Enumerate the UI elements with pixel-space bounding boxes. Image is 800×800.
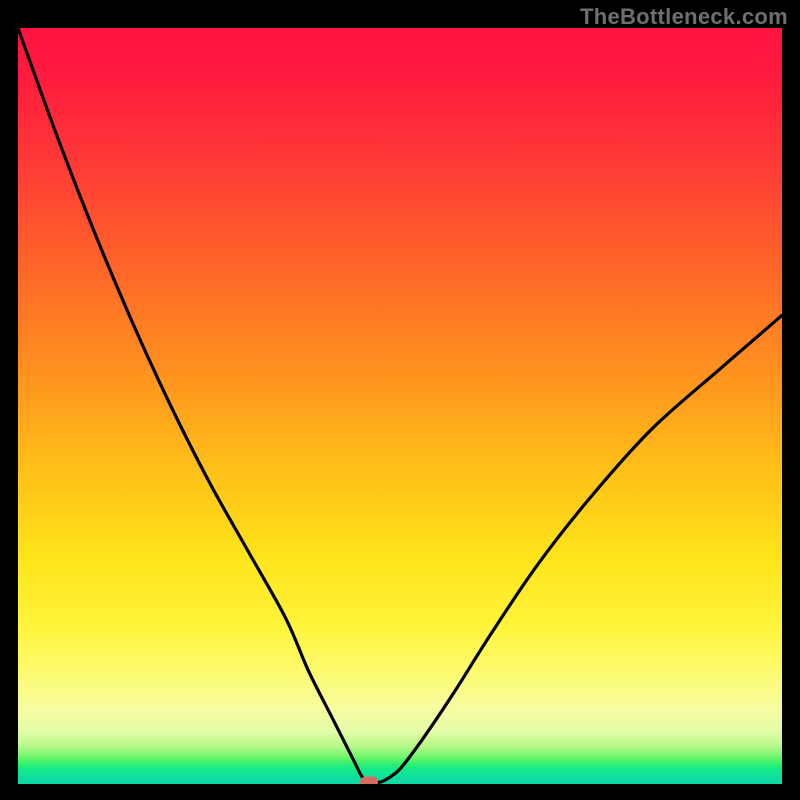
chart-frame: TheBottleneck.com [0,0,800,800]
optimal-point-marker [360,777,378,784]
plot-area [18,28,782,784]
watermark-label: TheBottleneck.com [580,4,788,30]
bottleneck-curve [18,28,782,784]
